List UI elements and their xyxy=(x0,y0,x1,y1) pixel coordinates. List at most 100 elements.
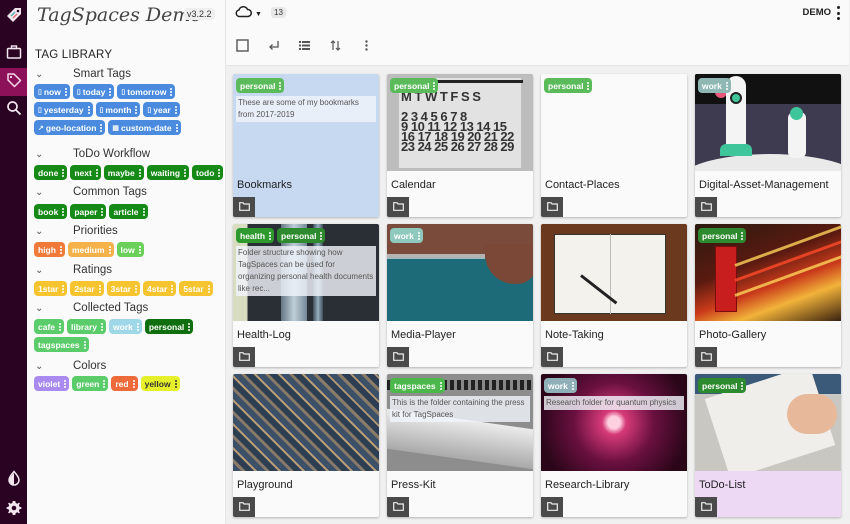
folder-card[interactable]: Note-Taking xyxy=(541,224,687,367)
tag-menu-icon[interactable] xyxy=(61,284,65,293)
tag-group-header[interactable]: ⌄ Colors xyxy=(35,358,106,374)
tag-chip[interactable]: ▯ now xyxy=(34,84,70,99)
search-button[interactable] xyxy=(0,96,27,124)
folder-type-button[interactable] xyxy=(233,497,255,517)
folder-type-button[interactable] xyxy=(695,497,717,517)
tag-chip[interactable]: ▯ year xyxy=(143,102,180,117)
sort-button[interactable] xyxy=(329,40,360,56)
tag-menu-icon[interactable] xyxy=(83,340,87,349)
more-options-button[interactable] xyxy=(360,40,391,56)
tag-menu-icon[interactable] xyxy=(571,381,575,390)
tag-menu-icon[interactable] xyxy=(183,168,187,177)
tag-chip[interactable]: library xyxy=(67,319,107,334)
tag-group-header[interactable]: ⌄ Priorities xyxy=(35,223,118,239)
tag-chip[interactable]: 5star xyxy=(179,281,213,296)
tag-chip[interactable]: done xyxy=(34,165,68,180)
tag-menu-icon[interactable] xyxy=(59,245,63,254)
tag-chip[interactable]: 2star xyxy=(70,281,104,296)
chevron-down-icon[interactable]: ⌄ xyxy=(35,149,47,160)
folder-type-button[interactable] xyxy=(233,197,255,217)
go-back-button[interactable] xyxy=(267,40,298,56)
tag-chip[interactable]: medium xyxy=(67,242,114,257)
tag-menu-icon[interactable] xyxy=(102,379,106,388)
theme-toggle-button[interactable] xyxy=(0,466,27,494)
tag-chip[interactable]: ▦ custom-date xyxy=(108,120,181,135)
select-all-button[interactable] xyxy=(236,39,267,56)
tag-menu-icon[interactable] xyxy=(268,231,272,240)
tag-chip[interactable]: personal xyxy=(277,228,326,243)
tag-group-header[interactable]: ⌄ Collected Tags xyxy=(35,300,148,316)
tag-menu-icon[interactable] xyxy=(108,87,112,96)
toggle-view-button[interactable] xyxy=(298,40,329,56)
folder-card[interactable]: health personal Folder structure showing h… xyxy=(233,224,379,367)
folder-type-button[interactable] xyxy=(541,197,563,217)
tag-menu-icon[interactable] xyxy=(108,245,112,254)
tag-menu-icon[interactable] xyxy=(207,284,211,293)
chevron-down-icon[interactable]: ⌄ xyxy=(35,303,47,314)
folder-card[interactable]: Playground xyxy=(233,374,379,517)
tag-chip[interactable]: cafe xyxy=(34,319,65,334)
tag-menu-icon[interactable] xyxy=(432,81,436,90)
tag-menu-icon[interactable] xyxy=(61,207,65,216)
tag-chip[interactable]: 3star xyxy=(106,281,140,296)
tag-chip[interactable]: paper xyxy=(70,204,107,219)
tag-chip[interactable]: work xyxy=(544,378,577,393)
tag-chip[interactable]: work xyxy=(109,319,142,334)
folder-card[interactable]: M T W T F S S 2 3 4 5 6 7 89 10 11 12 13… xyxy=(387,74,533,217)
tag-chip[interactable]: todo xyxy=(192,165,224,180)
tag-chip[interactable]: green xyxy=(72,376,109,391)
tagspaces-logo-button[interactable] xyxy=(0,3,27,31)
tag-group-header[interactable]: ⌄ Common Tags xyxy=(35,184,147,200)
tag-menu-icon[interactable] xyxy=(58,322,62,331)
tag-menu-icon[interactable] xyxy=(134,105,138,114)
folder-type-button[interactable] xyxy=(387,197,409,217)
tag-chip[interactable]: ▯ yesterday xyxy=(34,102,93,117)
tag-menu-icon[interactable] xyxy=(319,231,323,240)
folder-type-button[interactable] xyxy=(695,347,717,367)
location-switcher[interactable]: ▼ xyxy=(235,5,262,23)
tag-chip[interactable]: 1star xyxy=(34,281,68,296)
tag-chip[interactable]: ▯ month xyxy=(95,102,141,117)
tag-chip[interactable]: red xyxy=(111,376,138,391)
tag-chip[interactable]: work xyxy=(698,78,731,93)
folder-card[interactable]: work Digital-Asset-Management xyxy=(695,74,841,217)
location-name[interactable]: DEMO xyxy=(803,7,832,18)
tag-menu-icon[interactable] xyxy=(100,207,104,216)
tag-menu-icon[interactable] xyxy=(138,168,142,177)
folder-card[interactable]: personal Contact-Places xyxy=(541,74,687,217)
tag-menu-icon[interactable] xyxy=(174,105,178,114)
folder-card[interactable]: personal ToDo-List xyxy=(695,374,841,517)
tag-menu-icon[interactable] xyxy=(134,284,138,293)
tag-menu-icon[interactable] xyxy=(95,168,99,177)
tag-menu-icon[interactable] xyxy=(132,379,136,388)
tag-chip[interactable]: violet xyxy=(34,376,70,391)
tag-menu-icon[interactable] xyxy=(87,105,91,114)
tag-chip[interactable]: ▯ today xyxy=(72,84,115,99)
tag-chip[interactable]: personal xyxy=(144,319,194,334)
folder-type-button[interactable] xyxy=(387,497,409,517)
tag-menu-icon[interactable] xyxy=(439,381,443,390)
tag-chip[interactable]: maybe xyxy=(103,165,144,180)
tag-menu-icon[interactable] xyxy=(740,231,744,240)
tag-chip[interactable]: personal xyxy=(236,78,285,93)
chevron-down-icon[interactable]: ⌄ xyxy=(35,187,47,198)
tag-menu-icon[interactable] xyxy=(417,231,421,240)
tag-chip[interactable]: low xyxy=(116,242,144,257)
chevron-down-icon[interactable]: ⌄ xyxy=(35,361,47,372)
tag-chip[interactable]: personal xyxy=(698,378,747,393)
tag-menu-icon[interactable] xyxy=(278,81,282,90)
tag-chip[interactable]: ↗ geo-location xyxy=(34,120,106,135)
tag-chip[interactable]: book xyxy=(34,204,68,219)
location-menu-button[interactable] xyxy=(835,6,841,20)
tag-chip[interactable]: health xyxy=(236,228,275,243)
tag-library-button[interactable] xyxy=(0,68,27,96)
tag-menu-icon[interactable] xyxy=(100,322,104,331)
settings-button[interactable] xyxy=(0,496,27,524)
tag-menu-icon[interactable] xyxy=(725,81,729,90)
folder-card[interactable]: personal Photo-Gallery xyxy=(695,224,841,367)
tag-chip[interactable]: work xyxy=(390,228,423,243)
folder-card[interactable]: work Research folder for quantum physics R… xyxy=(541,374,687,517)
tag-menu-icon[interactable] xyxy=(61,168,65,177)
tag-chip[interactable]: personal xyxy=(390,78,439,93)
folder-card[interactable]: work Media-Player xyxy=(387,224,533,367)
